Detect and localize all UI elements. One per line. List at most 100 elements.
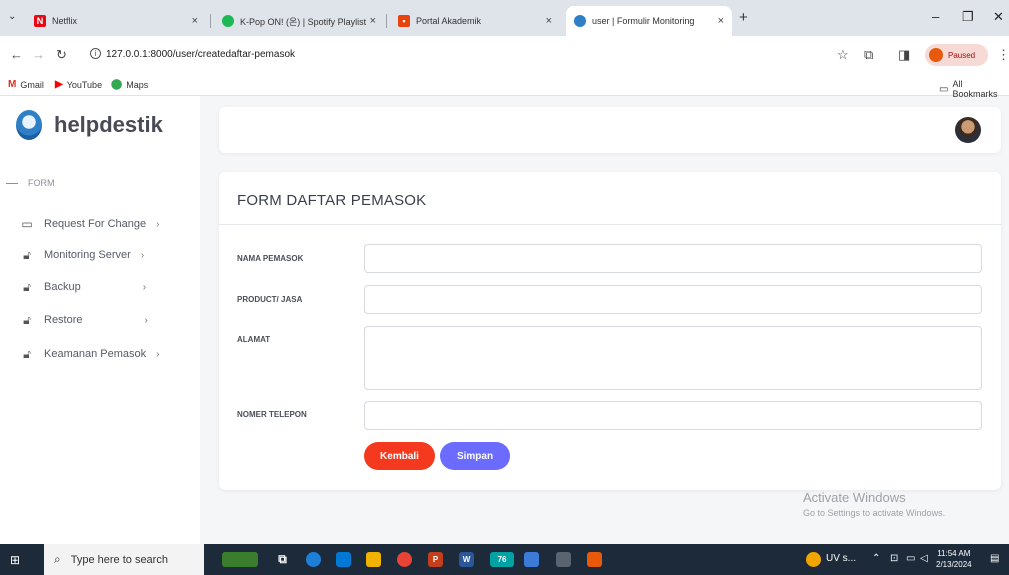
tab-portal-akademik[interactable]: ▪ Portal Akademik ×: [390, 6, 560, 36]
new-tab-button[interactable]: +: [739, 9, 748, 26]
site-favicon-icon: [574, 15, 586, 27]
bookmark-gmail[interactable]: M Gmail: [8, 79, 44, 90]
watermark-title: Activate Windows: [803, 490, 906, 505]
folder-icon: ▭: [939, 83, 949, 95]
address-bar[interactable]: 127.0.0.1:8000/user/createdaftar-pemasok: [106, 49, 295, 60]
powerpoint-icon[interactable]: P: [428, 552, 443, 567]
file-explorer-icon[interactable]: [366, 552, 381, 567]
sidebar-item-label: Backup: [44, 281, 81, 293]
tab-spotify[interactable]: K-Pop ON! (온) | Spotify Playlist ×: [214, 6, 384, 36]
volume-icon[interactable]: ◁: [920, 553, 928, 564]
sidebar-item-request-for-change[interactable]: ▭ Request For Change ›: [20, 214, 159, 234]
tab-search-icon[interactable]: ⌄: [8, 11, 16, 22]
lock-icon: 🔓︎: [23, 279, 31, 294]
sidebar-section-label: FORM: [6, 178, 55, 188]
tab-divider: [210, 14, 211, 28]
label-nama-pemasok: NAMA PEMASOK: [237, 254, 304, 263]
chevron-up-icon[interactable]: ⌃: [872, 553, 880, 564]
sidebar-item-label: Request For Change: [44, 218, 147, 230]
site-info-icon[interactable]: i: [90, 48, 101, 59]
chevron-right-icon: ›: [156, 218, 160, 230]
sidebar-item-backup[interactable]: 🔓︎ Backup ›: [20, 277, 146, 297]
nomer-telepon-input[interactable]: [364, 401, 982, 430]
profile-avatar-icon: [929, 48, 943, 62]
xampp-icon[interactable]: [587, 552, 602, 567]
minimize-icon[interactable]: –: [932, 9, 939, 24]
browser-toolbar: ← → ↻ i 127.0.0.1:8000/user/createdaftar…: [0, 36, 1009, 74]
browser-menu-icon[interactable]: ⋮: [997, 47, 1009, 63]
sidebar-item-label: Restore: [44, 314, 83, 326]
lock-icon: 🔓︎: [23, 312, 31, 327]
terminal-icon[interactable]: [556, 552, 571, 567]
network-icon[interactable]: ⊡: [890, 553, 898, 564]
bookmark-label: Maps: [126, 79, 149, 90]
battery-icon[interactable]: ▭: [906, 553, 915, 564]
sidebar-item-monitoring-server[interactable]: 🔓︎ Monitoring Server ›: [20, 245, 144, 265]
sidebar-item-label: Keamanan Pemasok: [44, 348, 147, 360]
edge-icon[interactable]: [306, 552, 321, 567]
tab-close-icon[interactable]: ×: [192, 15, 198, 27]
extensions-icon[interactable]: ⧉: [864, 47, 873, 63]
back-arrow-icon[interactable]: ←: [10, 47, 23, 62]
label-alamat: ALAMAT: [237, 335, 271, 344]
tab-close-icon[interactable]: ×: [718, 15, 724, 27]
chrome-icon[interactable]: [397, 552, 412, 567]
reload-icon[interactable]: ↻: [56, 47, 67, 63]
calendar-icon: ▭: [21, 217, 33, 231]
watermark-subtitle: Go to Settings to activate Windows.: [803, 508, 946, 518]
bookmark-label: Gmail: [20, 79, 44, 90]
side-panel-icon[interactable]: ◨: [898, 47, 910, 63]
section-dash: [6, 182, 18, 184]
profile-paused-button[interactable]: Paused: [925, 44, 988, 66]
uv-app-icon[interactable]: [806, 552, 821, 567]
user-avatar[interactable]: [955, 117, 981, 143]
chevron-right-icon: ›: [142, 281, 147, 293]
photos-icon[interactable]: [524, 552, 539, 567]
chevron-right-icon: ›: [140, 249, 145, 261]
spotify-icon: [222, 15, 234, 27]
word-icon[interactable]: W: [459, 552, 474, 567]
task-view-icon[interactable]: ⧉: [275, 552, 290, 567]
windows-start-icon[interactable]: ⊞: [10, 553, 20, 567]
product-jasa-input[interactable]: [364, 285, 982, 314]
chat-app-icon[interactable]: 76: [490, 552, 514, 567]
forward-arrow-icon[interactable]: →: [32, 47, 45, 62]
restore-icon[interactable]: ❐: [962, 9, 974, 25]
tab-formulir-monitoring[interactable]: user | Formulir Monitoring ×: [566, 6, 732, 36]
close-window-icon[interactable]: ✕: [993, 9, 1004, 25]
notification-icon[interactable]: ▤: [990, 553, 999, 564]
netflix-icon: N: [34, 15, 46, 27]
store-icon[interactable]: [336, 552, 351, 567]
system-clock[interactable]: 11:54 AM 2/13/2024: [936, 548, 972, 570]
activate-windows-watermark: Activate Windows Go to Settings to activ…: [803, 490, 945, 518]
sidebar-item-keamanan-pemasok[interactable]: 🔓︎ Keamanan Pemasok ›: [20, 344, 159, 364]
supplier-form-card: FORM DAFTAR PEMASOK NAMA PEMASOK PRODUCT…: [219, 172, 1001, 490]
search-icon: ⌕: [54, 552, 61, 566]
sidebar-item-restore[interactable]: 🔓︎ Restore ›: [20, 310, 148, 330]
bookmark-youtube[interactable]: ▶ YouTube: [55, 79, 102, 90]
alamat-textarea[interactable]: [364, 326, 982, 390]
sidebar: helpdestik FORM ▭ Request For Change › 🔓…: [0, 96, 200, 544]
brand-logo-icon: [16, 110, 42, 140]
tab-netflix[interactable]: N Netflix ×: [26, 6, 206, 36]
chevron-right-icon: ›: [156, 348, 160, 360]
search-placeholder: Type here to search: [70, 553, 168, 566]
simpan-button[interactable]: Simpan: [440, 442, 510, 470]
brand-logo[interactable]: helpdestik: [16, 110, 163, 140]
bookmark-label: YouTube: [66, 79, 103, 90]
brand-name: helpdestik: [54, 112, 163, 137]
all-bookmarks-label: All Bookmarks: [952, 79, 998, 99]
taskbar-search[interactable]: ⌕ Type here to search: [44, 544, 204, 575]
bookmark-maps[interactable]: ⬤ Maps: [111, 79, 148, 90]
tab-divider: [386, 14, 387, 28]
kembali-button[interactable]: Kembali: [364, 442, 435, 470]
tray-app-label[interactable]: UV s...: [826, 553, 856, 564]
form-title: FORM DAFTAR PEMASOK: [237, 192, 427, 209]
bookmark-star-icon[interactable]: ☆: [837, 47, 849, 63]
tab-close-icon[interactable]: ×: [546, 15, 552, 27]
all-bookmarks[interactable]: ▭ All Bookmarks: [939, 79, 1009, 99]
nama-pemasok-input[interactable]: [364, 244, 982, 273]
weather-widget-icon[interactable]: [222, 552, 258, 567]
tab-close-icon[interactable]: ×: [370, 15, 376, 27]
label-nomer-telepon: NOMER TELEPON: [237, 410, 307, 419]
